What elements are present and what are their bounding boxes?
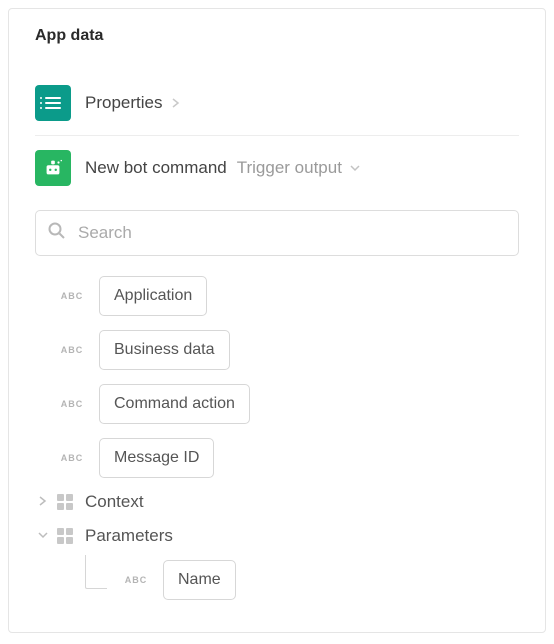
trigger-output-label: Trigger output: [237, 158, 342, 178]
tree-row-context[interactable]: Context: [35, 492, 519, 512]
app-data-panel: App data Properties New bot command Trig…: [8, 8, 546, 633]
bot-command-label: New bot command: [85, 158, 227, 178]
type-badge: ABC: [121, 575, 151, 585]
type-badge: ABC: [57, 291, 87, 301]
search-input[interactable]: [35, 210, 519, 256]
pill-name[interactable]: Name: [163, 560, 236, 600]
bot-icon: [35, 150, 71, 186]
field-row-business-data: ABC Business data: [57, 330, 519, 370]
chevron-down-icon[interactable]: [350, 159, 360, 177]
search-icon: [48, 222, 65, 244]
field-row-message-id: ABC Message ID: [57, 438, 519, 478]
chevron-right-icon: [172, 96, 180, 111]
pill-business-data[interactable]: Business data: [99, 330, 230, 370]
properties-row[interactable]: Properties: [35, 71, 519, 136]
field-list: ABC Application ABC Business data ABC Co…: [35, 276, 519, 600]
parameters-label: Parameters: [85, 526, 173, 546]
chevron-right-icon: [35, 496, 51, 509]
pill-application[interactable]: Application: [99, 276, 207, 316]
grid-icon: [57, 494, 73, 510]
pill-command-action[interactable]: Command action: [99, 384, 250, 424]
type-badge: ABC: [57, 345, 87, 355]
list-icon: [35, 85, 71, 121]
type-badge: ABC: [57, 453, 87, 463]
grid-icon: [57, 528, 73, 544]
pill-message-id[interactable]: Message ID: [99, 438, 214, 478]
field-row-command-action: ABC Command action: [57, 384, 519, 424]
context-label: Context: [85, 492, 144, 512]
chevron-down-icon: [35, 530, 51, 542]
tree-connector: [85, 555, 107, 589]
search-field: [35, 210, 519, 256]
tree-row-parameters[interactable]: Parameters: [35, 526, 519, 546]
panel-title: App data: [35, 27, 519, 45]
field-row-application: ABC Application: [57, 276, 519, 316]
properties-label: Properties: [85, 93, 162, 113]
bot-command-row[interactable]: New bot command Trigger output: [35, 136, 519, 196]
nested-row-name: ABC Name: [57, 560, 519, 600]
type-badge: ABC: [57, 399, 87, 409]
